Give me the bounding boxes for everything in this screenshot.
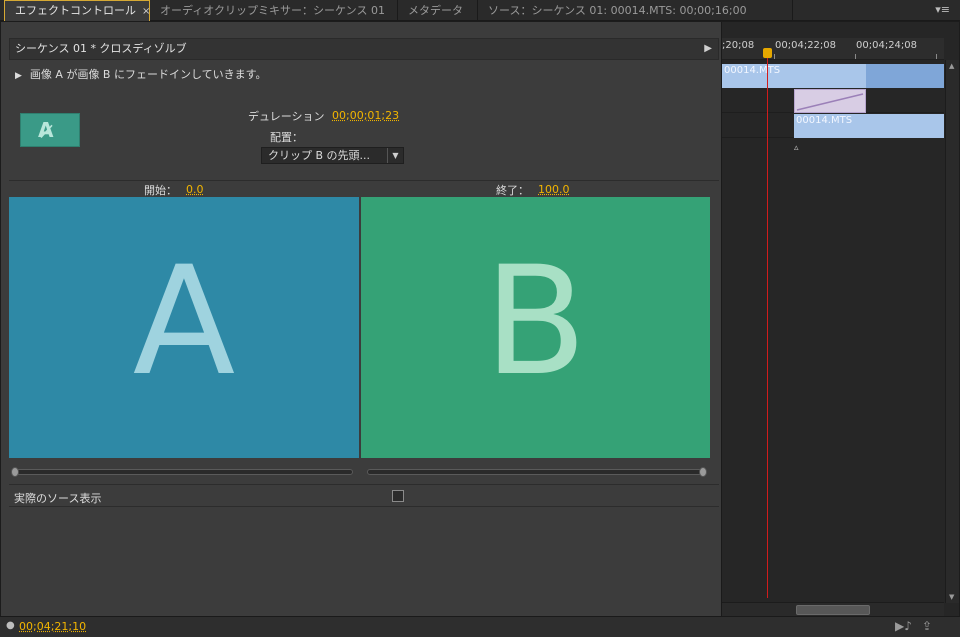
clip-b[interactable]: 00014.MTS [794,114,944,138]
tab-label: ソース：シーケンス 01: 00014.MTS: 00;00;16;00 [488,4,747,17]
playhead-line [767,58,768,598]
tab-source[interactable]: ソース：シーケンス 01: 00014.MTS: 00;00;16;00 [478,0,793,21]
duration-label: デュレーション [248,110,325,123]
scroll-down-icon[interactable]: ▼ [949,593,954,601]
duration-value[interactable]: 00;00;01;23 [332,109,399,122]
ruler-tick [936,54,937,59]
clip-a-name: 00014.MTS [724,65,781,76]
effect-title: シーケンス 01 * クロスディゾルブ [15,42,187,55]
transition-thumbnail[interactable]: A̷ [20,113,80,147]
thumbnail-glyph: A̷ [38,118,54,142]
vertical-scrollbar[interactable]: ▲ ▼ [945,60,959,603]
scroll-up-icon[interactable]: ▲ [949,62,954,70]
alignment-dropdown[interactable]: クリップ B の先頭... ▼ [261,147,404,164]
export-icon[interactable]: ⇪ [922,619,932,633]
show-actual-sources-label: 実際のソース表示 [14,492,102,505]
scroll-thumb[interactable] [796,605,870,615]
transition-timeline: ;20;08 00;04;22;08 00;04;24;08 00014.MTS… [721,22,959,617]
tab-label: エフェクトコントロール [15,4,136,17]
playhead-handle[interactable] [763,48,772,58]
effect-header: シーケンス 01 * クロスディゾルブ ▶ [9,38,719,60]
expand-timeline-icon[interactable]: ▶ [704,39,712,59]
effect-controls-panel: シーケンス 01 * クロスディゾルブ ▶ ▶ 画像 A が画像 B にフェードイ… [0,21,960,617]
horizontal-scrollbar[interactable] [722,602,944,616]
end-label: 終了： [496,184,529,197]
show-actual-sources-checkbox[interactable] [392,490,404,502]
effect-description: ▶ 画像 A が画像 B にフェードインしていきます。 [15,66,267,82]
ruler-tick [774,54,775,59]
timecode-icon: ● [6,620,15,631]
end-value[interactable]: 100.0 [538,183,570,196]
transition-clip[interactable] [794,89,866,113]
preview-a-letter: A [132,235,236,409]
end-slider-handle[interactable] [699,467,707,477]
panel-menu-icon[interactable]: ▾≡ [935,3,950,16]
chevron-down-icon: ▼ [387,148,403,163]
status-bar: ● 00;04;21;10 ▶♪ ⇪ [0,616,960,637]
divider [9,506,719,507]
track-b: 00014.MTS [722,114,944,138]
start-slider-handle[interactable] [11,467,19,477]
time-ruler[interactable]: ;20;08 00;04;22;08 00;04;24;08 [722,38,944,60]
description-text: 画像 A が画像 B にフェードインしていきます。 [29,68,267,81]
effect-settings-area: シーケンス 01 * クロスディゾルブ ▶ ▶ 画像 A が画像 B にフェードイ… [1,22,721,617]
start-label: 開始： [144,184,177,197]
close-icon[interactable]: × [142,6,149,17]
ruler-label: 00;04;22;08 [775,40,837,51]
track-a: 00014.MTS [722,64,944,88]
ruler-label: ;20;08 [722,40,755,51]
alignment-label: 配置： [270,131,303,144]
ruler-label: 00;04;24;08 [856,40,918,51]
tab-label: オーディオクリップミキサー：シーケンス 01 [160,4,385,17]
clip-b-name: 00014.MTS [796,115,853,126]
audio-transition-icon[interactable]: ▶♪ [895,619,912,633]
start-slider[interactable] [15,469,353,475]
tab-label: メタデータ [408,4,463,17]
tab-effect-controls[interactable]: エフェクトコントロール × [4,0,150,21]
tab-audio-clip-mixer[interactable]: オーディオクリップミキサー：シーケンス 01 [150,0,398,21]
preview-a: A [9,197,359,458]
ruler-tick [855,54,856,59]
clip-a-overlap [866,64,944,88]
start-value[interactable]: 0.0 [186,183,204,196]
current-timecode[interactable]: 00;04;21;10 [19,620,86,633]
divider [9,484,719,485]
preview-b: B [361,197,710,458]
preview-b-letter: B [484,235,587,409]
panel-tab-bar: エフェクトコントロール × オーディオクリップミキサー：シーケンス 01 メタデー… [0,0,960,21]
end-slider[interactable] [367,469,707,475]
fade-curve-icon [796,93,864,111]
alignment-selected: クリップ B の先頭... [268,149,371,162]
divider [9,180,719,181]
tab-metadata[interactable]: メタデータ [398,0,478,21]
play-preview-icon[interactable]: ▶ [15,71,22,81]
track-fx [722,89,944,113]
alignment-marker-icon[interactable]: ▵ [794,143,799,153]
